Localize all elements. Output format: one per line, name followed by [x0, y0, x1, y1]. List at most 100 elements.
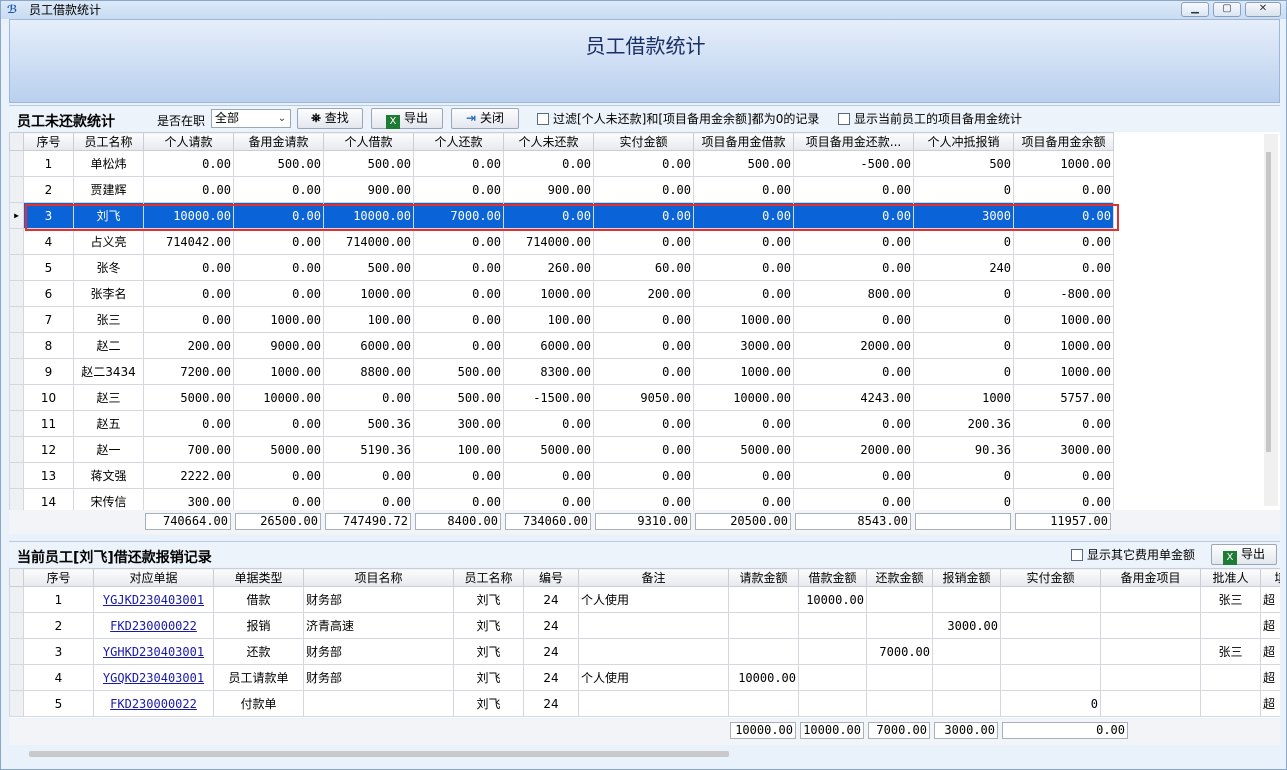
- table-cell[interactable]: 12: [23, 436, 74, 463]
- table-row[interactable]: 12 赵一 700.00 5000.00 5190.36 100.00 5000.00 0.0…: [9, 436, 1114, 463]
- table-cell[interactable]: 4: [23, 228, 74, 255]
- table-cell[interactable]: 1000.00: [693, 306, 794, 333]
- table-cell[interactable]: 0.00: [413, 176, 504, 203]
- table-cell[interactable]: 0.00: [323, 384, 414, 411]
- column-header[interactable]: 个人冲抵报销: [913, 132, 1014, 151]
- row-indicator[interactable]: [9, 176, 24, 203]
- table-cell[interactable]: 0: [913, 488, 1014, 510]
- table-cell[interactable]: 5000.00: [503, 436, 594, 463]
- table-cell[interactable]: 0.00: [593, 150, 694, 177]
- row-indicator[interactable]: [9, 228, 24, 255]
- table-cell[interactable]: 0.00: [233, 462, 324, 489]
- table-cell[interactable]: 0: [913, 176, 1014, 203]
- table-cell[interactable]: 赵二3434: [73, 358, 144, 385]
- table-cell[interactable]: 借款: [213, 586, 304, 613]
- table-cell[interactable]: 0.00: [413, 150, 504, 177]
- table-cell[interactable]: 3000: [913, 202, 1014, 229]
- table-cell[interactable]: 1000: [913, 384, 1014, 411]
- table-cell[interactable]: 0.00: [693, 228, 794, 255]
- table-cell[interactable]: 8300.00: [503, 358, 594, 385]
- table-cell[interactable]: [798, 638, 867, 665]
- table-cell[interactable]: 0.00: [593, 306, 694, 333]
- table-cell[interactable]: 9000.00: [233, 332, 324, 359]
- table-cell[interactable]: 1: [23, 150, 74, 177]
- row-indicator[interactable]: ▶: [9, 202, 24, 229]
- table-cell[interactable]: 5190.36: [323, 436, 414, 463]
- table-cell[interactable]: 5757.00: [1013, 384, 1114, 411]
- table-cell[interactable]: 714042.00: [143, 228, 234, 255]
- table-cell[interactable]: 0.00: [593, 358, 694, 385]
- table-cell[interactable]: 0: [913, 332, 1014, 359]
- table-cell[interactable]: 0.00: [143, 306, 234, 333]
- table-cell[interactable]: 3: [23, 202, 74, 229]
- row-indicator[interactable]: [9, 664, 24, 691]
- close-window-button[interactable]: ✕: [1245, 2, 1281, 17]
- table-cell[interactable]: 超: [1260, 586, 1280, 613]
- table-cell[interactable]: 900.00: [323, 176, 414, 203]
- table-cell[interactable]: [932, 638, 1001, 665]
- employed-filter-select[interactable]: 全部 ⌄: [211, 109, 291, 128]
- table-cell[interactable]: 6: [23, 280, 74, 307]
- column-header[interactable]: 填: [1260, 568, 1280, 587]
- column-header[interactable]: 备用金请款: [233, 132, 324, 151]
- column-header[interactable]: 备用金项目: [1100, 568, 1201, 587]
- table-cell[interactable]: 0.00: [593, 436, 694, 463]
- table-cell[interactable]: 11: [23, 410, 74, 437]
- column-header[interactable]: 个人请款: [143, 132, 234, 151]
- table-cell[interactable]: 24: [523, 638, 579, 665]
- table-cell[interactable]: -800.00: [1013, 280, 1114, 307]
- table-cell[interactable]: 14: [23, 488, 74, 510]
- table-row[interactable]: 1 单松炜 0.00 500.00 500.00 0.00 0.00 0.00 500.00 -5…: [9, 150, 1114, 177]
- table-cell[interactable]: [1200, 690, 1261, 717]
- table-cell[interactable]: 700.00: [143, 436, 234, 463]
- show-project-checkbox[interactable]: 显示当前员工的项目备用金统计: [838, 112, 1022, 126]
- table-cell[interactable]: 0.00: [593, 488, 694, 510]
- table-row[interactable]: 10 赵三 5000.00 10000.00 0.00 500.00 -1500.00 905…: [9, 384, 1114, 411]
- column-header[interactable]: 个人未还款: [503, 132, 594, 151]
- table-cell[interactable]: 0.00: [593, 228, 694, 255]
- row-indicator[interactable]: [9, 690, 24, 717]
- table-cell[interactable]: 0.00: [793, 410, 914, 437]
- column-header[interactable]: 编号: [523, 568, 579, 587]
- table-cell[interactable]: 0.00: [503, 410, 594, 437]
- table-cell[interactable]: 刘飞: [453, 612, 524, 639]
- table-cell[interactable]: 10000.00: [728, 664, 799, 691]
- row-indicator[interactable]: [9, 254, 24, 281]
- row-indicator[interactable]: [9, 586, 24, 613]
- table-cell[interactable]: 0.00: [1013, 176, 1114, 203]
- table-cell[interactable]: YGQKD230403001: [93, 664, 214, 691]
- close-button[interactable]: ⇥ 关闭: [451, 108, 519, 129]
- table-cell[interactable]: 员工请款单: [213, 664, 304, 691]
- table-cell[interactable]: 超: [1260, 664, 1280, 691]
- table-cell[interactable]: 0.00: [793, 176, 914, 203]
- table-cell[interactable]: 0: [913, 358, 1014, 385]
- table-row[interactable]: 6 张李名 0.00 0.00 1000.00 0.00 1000.00 200.00 0.00…: [9, 280, 1114, 307]
- table-cell[interactable]: 100.00: [413, 436, 504, 463]
- table-cell[interactable]: [578, 690, 729, 717]
- table-cell[interactable]: 7000.00: [866, 638, 933, 665]
- table-cell[interactable]: 0.00: [693, 462, 794, 489]
- table-cell[interactable]: 宋传信: [73, 488, 144, 510]
- table-row[interactable]: 2 FKD230000022 报销 济青高速 刘飞 24 3000.00 超: [9, 612, 1280, 639]
- table-cell[interactable]: 900.00: [503, 176, 594, 203]
- row-indicator[interactable]: [9, 436, 24, 463]
- table-cell[interactable]: [866, 586, 933, 613]
- table-cell[interactable]: 0.00: [693, 280, 794, 307]
- column-header[interactable]: 项目名称: [303, 568, 454, 587]
- row-indicator[interactable]: [9, 410, 24, 437]
- table-cell[interactable]: [728, 638, 799, 665]
- table-row[interactable]: 4 占义亮 714042.00 0.00 714000.00 0.00 714000.00 0…: [9, 228, 1114, 255]
- column-header[interactable]: 项目备用金余额: [1013, 132, 1114, 151]
- table-cell[interactable]: [798, 690, 867, 717]
- column-header[interactable]: 批准人: [1200, 568, 1261, 587]
- table-cell[interactable]: 2222.00: [143, 462, 234, 489]
- table-cell[interactable]: [866, 612, 933, 639]
- table-cell[interactable]: [1100, 586, 1201, 613]
- document-link[interactable]: FKD230000022: [110, 697, 197, 711]
- table-cell[interactable]: 付款单: [213, 690, 304, 717]
- table-cell[interactable]: 3000.00: [1013, 436, 1114, 463]
- table-cell[interactable]: 刘飞: [453, 664, 524, 691]
- table-cell[interactable]: 0.00: [233, 254, 324, 281]
- table-cell[interactable]: 报销: [213, 612, 304, 639]
- table-cell[interactable]: [932, 690, 1001, 717]
